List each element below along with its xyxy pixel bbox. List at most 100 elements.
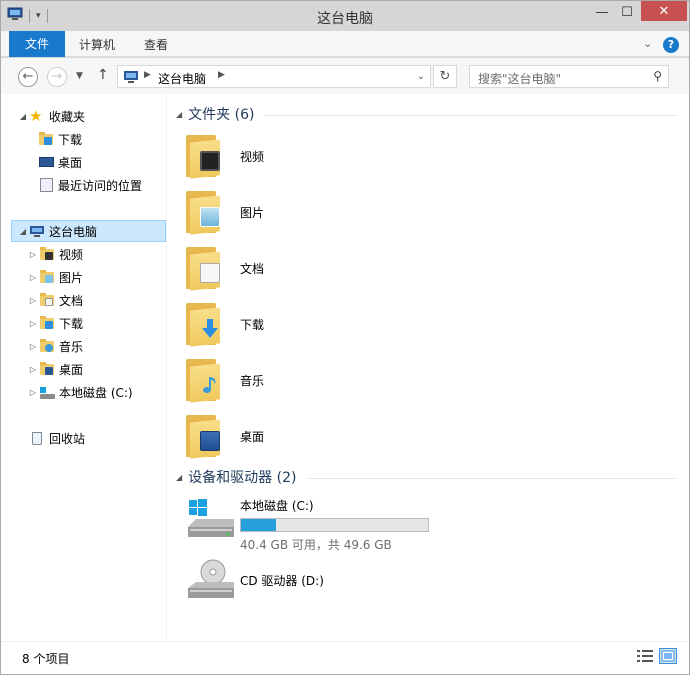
sidebar-item-label: 收藏夹 [49, 109, 86, 124]
collapse-icon[interactable]: ▷ [27, 388, 39, 397]
expand-icon[interactable]: ◢ [17, 112, 29, 121]
breadcrumb-this-pc[interactable]: 这台电脑 [158, 70, 206, 87]
minimize-button[interactable]: — [591, 1, 613, 23]
content-area: ◢ ★ 收藏夹 下载 桌面 最近访问的位置 ◢ 这台电脑 ▷ 视频 ▷ 图片 ▷… [1, 94, 689, 641]
sidebar-item-desktop[interactable]: 桌面 [38, 151, 82, 173]
status-bar: 8 个项目 [1, 641, 689, 674]
folder-label: 文档 [240, 261, 265, 276]
navigation-pane: ◢ ★ 收藏夹 下载 桌面 最近访问的位置 ◢ 这台电脑 ▷ 视频 ▷ 图片 ▷… [1, 94, 167, 641]
group-header-folders[interactable]: ◢ 文件夹 (6) [176, 104, 254, 124]
sidebar-item-label: 这台电脑 [49, 224, 98, 239]
breadcrumb-chevron-icon[interactable]: ▶ [144, 70, 151, 80]
desktop-folder-icon [186, 415, 222, 459]
collapse-group-icon[interactable]: ◢ [176, 110, 182, 119]
folder-label: 音乐 [240, 373, 265, 388]
folder-item-desktop[interactable]: 桌面 [186, 408, 666, 464]
drive-name: 本地磁盘 (C:) [240, 499, 314, 513]
desktop-folder-icon [39, 361, 55, 377]
sidebar-item-label: 视频 [59, 247, 84, 262]
sidebar-item-this-pc[interactable]: ◢ 这台电脑 [17, 220, 97, 242]
sidebar-item-documents[interactable]: ▷ 文档 [27, 289, 83, 311]
collapse-group-icon[interactable]: ◢ [176, 473, 182, 482]
documents-folder-icon [39, 292, 55, 308]
sidebar-item-downloads[interactable]: 下载 [38, 128, 82, 150]
cd-drive-icon [186, 558, 236, 604]
up-button[interactable]: ↑ [97, 67, 109, 83]
sidebar-item-label: 文档 [59, 293, 84, 308]
music-folder-icon [39, 338, 55, 354]
folder-item-videos[interactable]: 视频 [186, 128, 666, 184]
drive-item-local-disk[interactable]: 本地磁盘 (C:) 40.4 GB 可用，共 49.6 GB [186, 497, 429, 553]
drive-info: CD 驱动器 (D:) [240, 558, 324, 604]
navigation-bar: ← → ▼ ↑ ▶ 这台电脑 ▶ ⌄ ↻ 搜索"这台电脑" ⚲ [1, 58, 689, 94]
expand-icon[interactable]: ◢ [17, 227, 29, 236]
folder-item-downloads[interactable]: 下载 [186, 296, 666, 352]
drive-name: CD 驱动器 (D:) [240, 574, 324, 588]
close-button[interactable]: ✕ [641, 1, 687, 21]
group-divider [308, 478, 676, 479]
drive-free-space: 40.4 GB 可用，共 49.6 GB [240, 538, 392, 552]
collapse-icon[interactable]: ▷ [27, 319, 39, 328]
help-icon[interactable]: ? [663, 37, 679, 53]
search-icon[interactable]: ⚲ [653, 69, 662, 83]
windows-drive-icon [186, 497, 236, 543]
group-divider [264, 115, 676, 116]
recycle-bin-icon [29, 430, 45, 446]
forward-button[interactable]: → [47, 67, 67, 87]
folder-label: 图片 [240, 205, 265, 220]
maximize-button[interactable]: ☐ [616, 1, 638, 23]
drive-usage-bar [240, 518, 429, 532]
collapse-icon[interactable]: ▷ [27, 342, 39, 351]
back-button[interactable]: ← [18, 67, 38, 87]
search-input[interactable]: 搜索"这台电脑" ⚲ [469, 65, 669, 88]
desktop-icon [38, 154, 54, 170]
group-title: 设备和驱动器 (2) [188, 470, 297, 486]
sidebar-item-videos[interactable]: ▷ 视频 [27, 243, 83, 265]
collapse-icon[interactable]: ▷ [27, 365, 39, 374]
folder-item-pictures[interactable]: 图片 [186, 184, 666, 240]
sidebar-item-downloads[interactable]: ▷ 下载 [27, 312, 83, 334]
drive-icon [39, 384, 55, 400]
drive-item-cd-drive[interactable]: CD 驱动器 (D:) [186, 558, 324, 604]
sidebar-item-recycle-bin[interactable]: 回收站 [29, 427, 85, 449]
details-view-icon[interactable] [637, 649, 653, 663]
expand-ribbon-icon[interactable]: ⌄ [643, 37, 652, 50]
recent-locations-icon[interactable]: ▼ [76, 71, 83, 81]
video-folder-icon [186, 135, 222, 179]
tab-file[interactable]: 文件 [9, 31, 65, 57]
computer-icon [122, 70, 140, 87]
address-bar[interactable]: ▶ 这台电脑 ▶ ⌄ [117, 65, 431, 88]
large-icons-view-icon[interactable] [659, 648, 677, 664]
breadcrumb-chevron-icon[interactable]: ▶ [218, 70, 225, 80]
collapse-icon[interactable]: ▷ [27, 250, 39, 259]
folder-label: 桌面 [240, 429, 265, 444]
refresh-button[interactable]: ↻ [433, 65, 457, 88]
sidebar-item-label: 最近访问的位置 [58, 178, 143, 193]
drive-usage-fill [241, 519, 276, 531]
folder-item-documents[interactable]: 文档 [186, 240, 666, 296]
sidebar-item-local-disk[interactable]: ▷ 本地磁盘 (C:) [27, 381, 133, 403]
sidebar-item-pictures[interactable]: ▷ 图片 [27, 266, 83, 288]
collapse-icon[interactable]: ▷ [27, 273, 39, 282]
sidebar-item-label: 下载 [59, 316, 84, 331]
downloads-icon [38, 131, 54, 147]
item-count: 8 个项目 [22, 652, 70, 666]
star-icon: ★ [29, 107, 43, 125]
explorer-window: ▾ 这台电脑 — ☐ ✕ 文件 计算机 查看 ⌄ ? ← → ▼ ↑ ▶ 这台电… [0, 0, 690, 675]
sidebar-item-favorites[interactable]: ◢ ★ 收藏夹 [17, 105, 85, 127]
collapse-icon[interactable]: ▷ [27, 296, 39, 305]
sidebar-item-music[interactable]: ▷ 音乐 [27, 335, 83, 357]
address-dropdown-icon[interactable]: ⌄ [417, 71, 425, 82]
video-folder-icon [39, 246, 55, 262]
title-bar: ▾ 这台电脑 — ☐ ✕ [1, 1, 689, 31]
drive-info: 本地磁盘 (C:) 40.4 GB 可用，共 49.6 GB [240, 497, 429, 553]
tab-view[interactable]: 查看 [144, 31, 168, 57]
tab-computer[interactable]: 计算机 [79, 31, 115, 57]
window-title: 这台电脑 [317, 11, 373, 27]
downloads-folder-icon [186, 303, 222, 347]
sidebar-item-recent-places[interactable]: 最近访问的位置 [38, 174, 142, 196]
folder-item-music[interactable]: 音乐 [186, 352, 666, 408]
pictures-folder-icon [39, 269, 55, 285]
group-header-devices[interactable]: ◢ 设备和驱动器 (2) [176, 467, 296, 487]
sidebar-item-desktop-folder[interactable]: ▷ 桌面 [27, 358, 83, 380]
